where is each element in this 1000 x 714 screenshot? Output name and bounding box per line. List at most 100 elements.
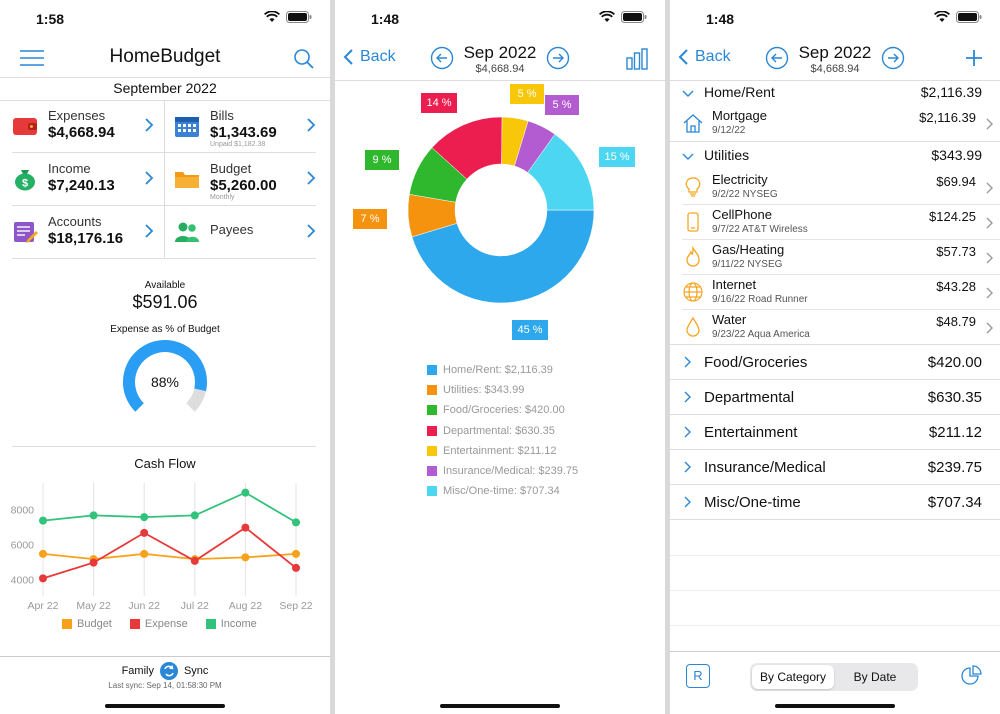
home-indicator <box>440 704 560 708</box>
category-amount: $211.12 <box>928 424 982 441</box>
period-total: $4,668.94 <box>810 63 860 75</box>
category-insurance-medical[interactable]: Insurance/Medical $239.75 <box>670 450 1000 485</box>
category-amount: $630.35 <box>927 389 982 406</box>
legend-misc: Misc/One-time: $707.34 <box>427 481 578 501</box>
category-entertainment[interactable]: Entertainment $211.12 <box>670 415 1000 450</box>
pct-label-utilities: 7 % <box>353 209 387 229</box>
next-month-icon[interactable] <box>881 46 905 70</box>
bills-value: $1,343.69 <box>210 124 277 141</box>
x-tick-label: Jun 22 <box>128 600 160 612</box>
report-button[interactable]: R <box>686 664 710 688</box>
category-home-rent[interactable]: Home/Rent $2,116.39 <box>670 80 1000 106</box>
category-misc-one-time[interactable]: Misc/One-time $707.34 <box>670 485 1000 520</box>
data-point-expense <box>39 574 47 583</box>
view-segmented-control: By Category By Date <box>750 663 918 691</box>
bills-unpaid: Unpaid $1,182.38 <box>210 141 266 148</box>
status-time: 1:48 <box>706 11 735 27</box>
item-mortgage[interactable]: Mortgage 9/12/22 $2,116.39 <box>670 106 1000 142</box>
series-line-expense <box>42 526 297 580</box>
home-indicator <box>775 704 895 708</box>
item-electricity[interactable]: Electricity 9/2/22 NYSEG $69.94 <box>682 170 1000 205</box>
item-name: Water <box>712 312 747 327</box>
by-category-tab[interactable]: By Category <box>752 665 834 689</box>
home-screen: 1:58 HomeBudget September 2022 Expenses … <box>0 0 330 714</box>
family-sync-button[interactable]: Family Sync <box>0 662 330 680</box>
series-line-budget <box>42 552 297 561</box>
data-point-income <box>39 516 47 525</box>
money-bag-icon: $ <box>15 170 35 191</box>
battery-icon <box>956 11 982 23</box>
chevron-right-icon <box>684 461 691 473</box>
item-date-payee: 9/2/22 NYSEG <box>712 189 778 200</box>
chevron-right-icon <box>684 391 691 403</box>
lightbulb-icon <box>685 177 701 197</box>
payees-label: Payees <box>210 222 254 237</box>
chevron-right-icon <box>986 252 993 264</box>
item-name: Gas/Heating <box>712 242 785 257</box>
pct-label-home-rent: 45 % <box>512 320 548 340</box>
chevron-right-icon <box>684 426 691 438</box>
expenses-tile[interactable]: Expenses $4,668.94 <box>12 102 162 152</box>
wifi-icon <box>264 11 280 22</box>
data-point-income <box>89 511 98 520</box>
accounts-label: Accounts <box>48 214 102 229</box>
pie-chart-icon[interactable] <box>960 665 982 687</box>
cashflow-chart: Apr 22 May 22 Jun 22 Jul 22 Aug 22 Sep 22 8000… <box>11 483 313 612</box>
data-point-income <box>292 518 300 527</box>
item-date-payee: 9/23/22 Aqua America <box>712 329 810 340</box>
accounts-tile[interactable]: Accounts $18,176.16 <box>12 208 162 258</box>
home-indicator <box>105 704 225 708</box>
wifi-icon <box>934 11 950 22</box>
data-point-expense <box>292 563 300 572</box>
family-label: Family <box>121 665 154 677</box>
payees-tile[interactable]: Payees <box>174 208 324 258</box>
gauge-value: 88% <box>150 374 180 390</box>
accounts-value: $18,176.16 <box>48 230 124 247</box>
cashflow-legend: Budget Expense Income <box>62 618 257 630</box>
flame-icon <box>686 246 700 267</box>
chevron-down-icon <box>682 153 694 160</box>
droplet-icon <box>686 316 700 337</box>
wallet-icon <box>13 118 37 135</box>
category-name: Departmental <box>704 389 795 406</box>
app-title: HomeBudget <box>109 46 221 67</box>
bar-chart-icon[interactable] <box>626 48 648 70</box>
income-tile[interactable]: $ Income $7,240.13 <box>12 155 162 205</box>
sync-icon <box>159 662 178 680</box>
y-tick-label: 6000 <box>11 539 35 551</box>
expenses-label: Expenses <box>48 108 106 123</box>
period-total: $4,668.94 <box>475 63 525 75</box>
item-internet[interactable]: Internet 9/16/22 Road Runner $43.28 <box>682 275 1000 310</box>
item-water[interactable]: Water 9/23/22 Aqua America $48.79 <box>670 310 1000 345</box>
data-point-expense <box>241 523 250 532</box>
budget-tile[interactable]: Budget $5,260.00 Monthly <box>174 155 324 205</box>
legend-food: Food/Groceries: $420.00 <box>427 400 578 420</box>
x-tick-label: Jul 22 <box>181 600 209 612</box>
category-utilities[interactable]: Utilities $343.99 <box>670 143 1000 169</box>
period-title: Sep 2022 <box>798 43 872 62</box>
item-amount: $57.73 <box>936 244 976 259</box>
item-date: 9/12/22 <box>712 125 746 136</box>
month-label: September 2022 <box>0 80 330 101</box>
battery-icon <box>286 11 312 23</box>
by-date-tab[interactable]: By Date <box>834 665 916 689</box>
item-name: CellPhone <box>712 207 772 222</box>
data-point-income <box>241 488 250 497</box>
data-point-budget <box>292 549 300 558</box>
item-gas-heating[interactable]: Gas/Heating 9/11/22 NYSEG $57.73 <box>682 240 1000 275</box>
pct-label-entertainment: 5 % <box>510 84 544 104</box>
category-name: Insurance/Medical <box>704 459 826 476</box>
legend-departmental: Departmental: $630.35 <box>427 421 578 441</box>
category-food-groceries[interactable]: Food/Groceries $420.00 <box>670 345 1000 380</box>
chevron-right-icon <box>145 118 154 132</box>
data-point-expense <box>190 556 199 565</box>
category-departmental[interactable]: Departmental $630.35 <box>670 380 1000 415</box>
next-month-icon[interactable] <box>546 46 570 70</box>
item-amount: $48.79 <box>936 314 976 329</box>
chevron-right-icon <box>986 182 993 194</box>
bills-tile[interactable]: Bills $1,343.69 Unpaid $1,182.38 <box>174 102 324 152</box>
chevron-right-icon <box>307 224 316 238</box>
search-icon[interactable] <box>293 48 315 70</box>
item-cellphone[interactable]: CellPhone 9/7/22 AT&T Wireless $124.25 <box>682 205 1000 240</box>
add-icon[interactable] <box>965 49 983 67</box>
